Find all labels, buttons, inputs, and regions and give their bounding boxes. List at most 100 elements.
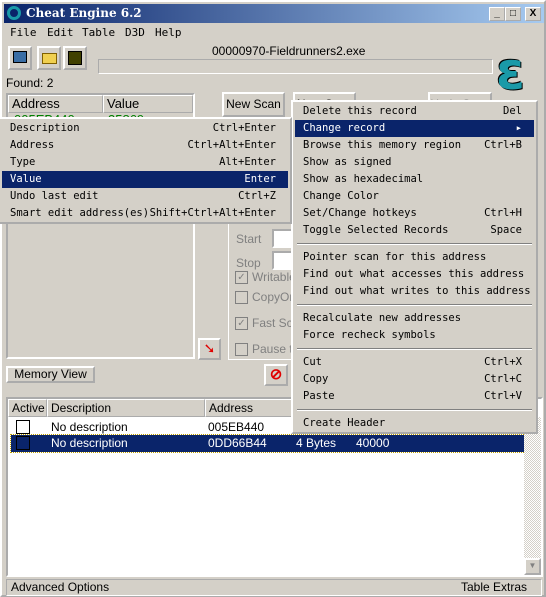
menu-item-label: Browse this memory region [303, 139, 462, 151]
vertical-scrollbar[interactable]: ▼ [524, 417, 541, 575]
process-name: 00000970-Fieldrunners2.exe [212, 44, 366, 58]
advanced-options-button[interactable]: Advanced Options [11, 580, 109, 595]
progress-bar [98, 59, 493, 74]
menu-item-label: Find out what writes to this address [303, 285, 531, 297]
menu-item-cut[interactable]: Cut Ctrl+X [295, 354, 534, 371]
menu-item-pointer-scan-for-this-address[interactable]: Pointer scan for this address [295, 249, 534, 266]
menu-item-find-out-what-writes-to-this-address[interactable]: Find out what writes to this address [295, 283, 534, 300]
no-entry-icon: ⊘ [269, 366, 283, 383]
active-checkbox[interactable] [16, 420, 30, 434]
menu-item-shortcut: Ctrl+B [484, 139, 522, 151]
found-header-address[interactable]: Address [8, 95, 103, 113]
menu-item-paste[interactable]: Paste Ctrl+V [295, 388, 534, 405]
writable-label: Writable [252, 270, 296, 284]
context-menu: Delete this record Del Change record ▸ Brows… [291, 100, 538, 434]
menu-item-label: Pointer scan for this address [303, 251, 487, 263]
maximize-button[interactable]: □ [505, 7, 521, 21]
menu-item-label: Create Header [303, 417, 386, 429]
menu-item-recalculate-new-addresses[interactable]: Recalculate new addresses [295, 310, 534, 327]
scroll-down-button[interactable]: ▼ [524, 558, 541, 575]
menu-item-undo-last-edit[interactable]: Undo last edit Ctrl+Z [2, 188, 288, 205]
menu-d3d[interactable]: D3D [125, 26, 145, 39]
menu-item-label: Force recheck symbols [303, 329, 436, 341]
menu-item-label: Undo last edit [10, 190, 99, 202]
menu-item-delete-this-record[interactable]: Delete this record Del [295, 103, 534, 120]
menu-table[interactable]: Table [82, 26, 115, 39]
menu-item-label: Description [10, 122, 80, 134]
row-description: No description [51, 436, 128, 450]
menu-item-value[interactable]: Value Enter [2, 171, 288, 188]
title-bar: Cheat Engine 6.2 [4, 4, 544, 23]
found-header-value[interactable]: Value [103, 95, 193, 113]
close-button[interactable]: X [525, 7, 541, 21]
save-button[interactable] [63, 46, 87, 70]
change-record-submenu: Description Ctrl+Enter Address Ctrl+Alt+Ent… [0, 117, 292, 224]
menu-item-label: Toggle Selected Records [303, 224, 449, 236]
menu-item-shortcut: Ctrl+Enter [212, 122, 276, 134]
menu-item-show-as-signed[interactable]: Show as signed [295, 154, 534, 171]
menu-separator [297, 304, 532, 306]
minimize-button[interactable]: _ [489, 7, 505, 21]
fast-scan-checkbox[interactable]: ✓ [235, 317, 248, 330]
menu-item-shortcut: Del [503, 105, 522, 117]
menu-item-find-out-what-accesses-this-address[interactable]: Find out what accesses this address [295, 266, 534, 283]
app-icon [7, 6, 21, 20]
menu-item-browse-this-memory-region[interactable]: Browse this memory region Ctrl+B [295, 137, 534, 154]
menu-item-label: Type [10, 156, 36, 168]
add-to-list-button[interactable]: ➘ [198, 338, 221, 360]
menu-item-toggle-selected-records[interactable]: Toggle Selected Records Space [295, 222, 534, 239]
menu-file[interactable]: File [10, 26, 37, 39]
menu-item-label: Smart edit address(es) [10, 207, 150, 219]
copy-on-write-checkbox[interactable] [235, 291, 248, 304]
menu-item-shortcut: Ctrl+C [484, 373, 522, 385]
active-checkbox[interactable] [16, 436, 30, 450]
menu-item-label: Change record [303, 122, 386, 134]
open-file-button[interactable] [37, 46, 61, 70]
pause-game-label: Pause the game while scanning [252, 342, 292, 356]
cheat-engine-logo-icon[interactable]: ε [496, 46, 540, 98]
menu-item-label: Value [10, 173, 42, 185]
menu-item-change-color[interactable]: Change Color [295, 188, 534, 205]
menu-item-shortcut: Alt+Enter [219, 156, 276, 168]
menu-item-show-as-hexadecimal[interactable]: Show as hexadecimal [295, 171, 534, 188]
new-scan-button[interactable]: New Scan [222, 92, 285, 117]
open-file-icon [41, 53, 57, 64]
header-active[interactable]: Active [8, 399, 47, 417]
pause-game-checkbox[interactable] [235, 343, 248, 356]
open-process-icon [13, 51, 27, 63]
stop-scan-button[interactable]: ⊘ [264, 364, 288, 386]
memory-scan-options: Start Stop ✓ Writable CopyOnWrite ✓ Fast… [228, 222, 324, 360]
menu-item-set-change-hotkeys[interactable]: Set/Change hotkeys Ctrl+H [295, 205, 534, 222]
app-title: Cheat Engine 6.2 [26, 6, 142, 20]
menu-separator [297, 243, 532, 245]
row-value: 40000 [356, 436, 390, 450]
writable-checkbox[interactable]: ✓ [235, 271, 248, 284]
menu-item-create-header[interactable]: Create Header [295, 415, 534, 432]
menu-item-description[interactable]: Description Ctrl+Enter [2, 120, 288, 137]
menu-item-shortcut: Ctrl+H [484, 207, 522, 219]
table-row-selected[interactable]: No description 0DD66B44 4 Bytes 40000 [10, 434, 526, 453]
menu-separator [297, 348, 532, 350]
menu-item-label: Find out what accesses this address [303, 268, 525, 280]
menu-item-force-recheck-symbols[interactable]: Force recheck symbols [295, 327, 534, 344]
header-description[interactable]: Description [47, 399, 205, 417]
menu-item-label: Show as signed [303, 156, 392, 168]
menu-item-smart-edit-address-es[interactable]: Smart edit address(es) Shift+Ctrl+Alt+Ent… [2, 205, 288, 222]
row-type: 4 Bytes [296, 436, 337, 450]
menu-item-label: Copy [303, 373, 329, 385]
memory-view-button[interactable]: Memory View [6, 366, 95, 383]
row-address: 005EB440 [208, 420, 265, 434]
table-extras-button[interactable]: Table Extras [461, 580, 527, 595]
menu-item-change-record[interactable]: Change record ▸ [295, 120, 534, 137]
menu-item-shortcut: ▸ [515, 122, 522, 134]
menu-item-shortcut: Space [490, 224, 522, 236]
menu-item-label: Address [10, 139, 55, 151]
open-process-button[interactable] [8, 46, 32, 70]
found-count: Found: 2 [6, 76, 54, 90]
row-address: 0DD66B44 [208, 436, 267, 450]
menu-item-copy[interactable]: Copy Ctrl+C [295, 371, 534, 388]
menu-edit[interactable]: Edit [47, 26, 74, 39]
menu-item-address[interactable]: Address Ctrl+Alt+Enter [2, 137, 288, 154]
menu-help[interactable]: Help [155, 26, 182, 39]
menu-item-type[interactable]: Type Alt+Enter [2, 154, 288, 171]
